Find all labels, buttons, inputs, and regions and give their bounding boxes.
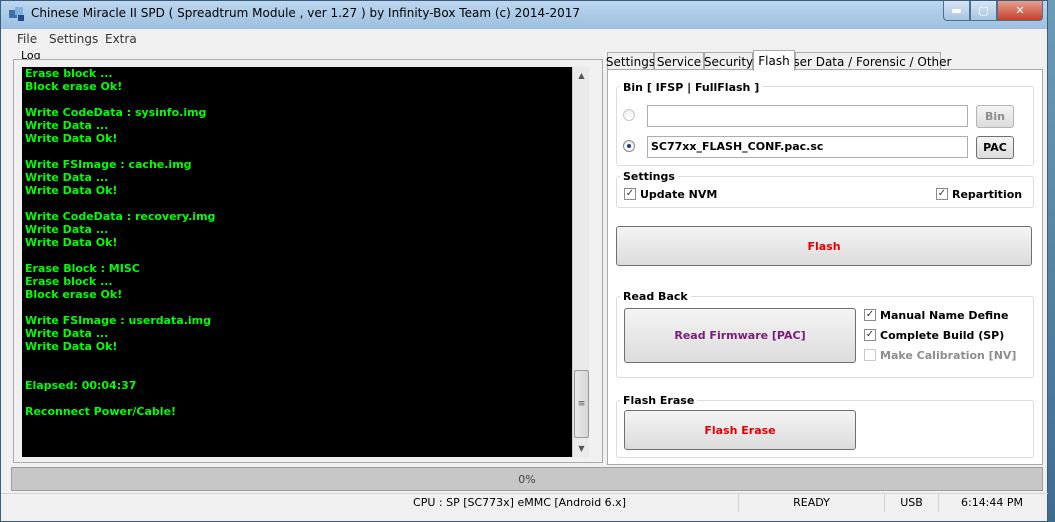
maximize-button[interactable]: ▢ bbox=[970, 1, 997, 21]
scroll-up-icon[interactable]: ▲ bbox=[573, 67, 590, 84]
log-line: Write Data ... bbox=[25, 119, 109, 132]
log-line: Write Data Ok! bbox=[25, 132, 118, 145]
desktop-background bbox=[1048, 0, 1055, 522]
progress-bar: 0% bbox=[11, 467, 1043, 491]
status-time: 6:14:44 PM bbox=[960, 496, 1024, 509]
menu-bar: File Settings Extra bbox=[9, 29, 1039, 49]
pac-button[interactable]: PAC bbox=[976, 136, 1014, 159]
manual-name-checkbox[interactable]: ✓ bbox=[864, 309, 876, 321]
complete-build-label: Complete Build (SP) bbox=[880, 329, 1005, 342]
log-line: Write Data Ok! bbox=[25, 236, 118, 249]
make-calibration-checkbox[interactable] bbox=[864, 349, 876, 361]
app-icon bbox=[9, 7, 24, 21]
log-line: Erase block ... bbox=[25, 275, 113, 288]
log-line: Write Data ... bbox=[25, 171, 109, 184]
tab-settings[interactable]: Settings bbox=[606, 52, 655, 70]
log-line: Elapsed: 00:04:37 bbox=[25, 379, 137, 392]
update-nvm-label: Update NVM bbox=[640, 188, 718, 201]
log-line: Reconnect Power/Cable! bbox=[25, 405, 177, 418]
maximize-icon: ▢ bbox=[978, 4, 989, 17]
scroll-down-icon[interactable]: ▼ bbox=[573, 440, 590, 457]
flash-erase-button[interactable]: Flash Erase bbox=[624, 410, 856, 450]
settings-group-title: Settings bbox=[620, 170, 678, 183]
log-line: Write Data ... bbox=[25, 223, 109, 236]
log-line: Block erase Ok! bbox=[25, 288, 123, 301]
pac-path-field[interactable]: SC77xx_FLASH_CONF.pac.sc bbox=[647, 136, 968, 158]
manual-name-label: Manual Name Define bbox=[880, 309, 1009, 322]
menu-settings[interactable]: Settings bbox=[49, 32, 98, 46]
title-bar: Chinese Miracle II SPD ( Spreadtrum Modu… bbox=[1, 1, 1047, 29]
flash-panel: Bin [ IFSP | FullFlash ] Bin SC77xx_FLAS… bbox=[607, 69, 1043, 465]
log-line: Write CodeData : sysinfo.img bbox=[25, 106, 207, 119]
readback-group-title: Read Back bbox=[620, 290, 691, 303]
tab-flash[interactable]: Flash bbox=[753, 50, 795, 71]
menu-extra[interactable]: Extra bbox=[105, 32, 137, 46]
tab-user-data[interactable]: User Data / Forensic / Other bbox=[785, 52, 951, 70]
read-firmware-button[interactable]: Read Firmware [PAC] bbox=[624, 308, 856, 363]
repartition-checkbox[interactable]: ✓ bbox=[936, 188, 948, 200]
bin-radio[interactable] bbox=[623, 109, 635, 121]
log-line: Write Data Ok! bbox=[25, 184, 118, 197]
status-state: READY bbox=[739, 494, 885, 512]
update-nvm-checkbox[interactable]: ✓ bbox=[624, 188, 636, 200]
app-window: Chinese Miracle II SPD ( Spreadtrum Modu… bbox=[0, 0, 1049, 522]
bin-group-title: Bin [ IFSP | FullFlash ] bbox=[620, 81, 763, 94]
log-scrollbar[interactable]: ▲ ≡ ▼ bbox=[572, 67, 589, 457]
status-cpu: CPU : SP [SC773x] eMMC [Android 6.x] bbox=[301, 494, 739, 512]
log-line: Erase Block : MISC bbox=[25, 262, 140, 275]
repartition-label: Repartition bbox=[952, 188, 1023, 201]
make-calibration-label: Make Calibration [NV] bbox=[880, 349, 1017, 362]
log-line: Write Data Ok! bbox=[25, 340, 118, 353]
log-line: Erase block ... bbox=[25, 67, 113, 80]
close-button[interactable]: ✕ bbox=[997, 1, 1043, 21]
complete-build-checkbox[interactable]: ✓ bbox=[864, 329, 876, 341]
tab-security[interactable]: Security bbox=[704, 52, 753, 70]
log-line: Block erase Ok! bbox=[25, 80, 123, 93]
log-output[interactable]: Erase block ... Block erase Ok! Write Code… bbox=[22, 67, 572, 457]
log-line: Write FSImage : userdata.img bbox=[25, 314, 212, 327]
tab-service[interactable]: Service bbox=[654, 52, 704, 70]
log-line: Write CodeData : recovery.img bbox=[25, 210, 216, 223]
progress-text: 0% bbox=[518, 472, 536, 486]
window-title: Chinese Miracle II SPD ( Spreadtrum Modu… bbox=[31, 6, 581, 20]
minimize-button[interactable]: ▬ bbox=[943, 1, 970, 21]
bin-button[interactable]: Bin bbox=[976, 105, 1014, 128]
menu-file[interactable]: File bbox=[17, 32, 37, 46]
minimize-icon: ▬ bbox=[951, 4, 962, 17]
status-bar: CPU : SP [SC773x] eMMC [Android 6.x] REA… bbox=[1, 493, 1049, 512]
bin-path-field[interactable] bbox=[647, 105, 968, 127]
scroll-thumb[interactable]: ≡ bbox=[574, 370, 589, 438]
flash-button[interactable]: Flash bbox=[616, 226, 1032, 266]
close-icon: ✕ bbox=[1015, 4, 1025, 17]
log-line: Write FSImage : cache.img bbox=[25, 158, 192, 171]
log-line: Write Data ... bbox=[25, 327, 109, 340]
pac-radio[interactable] bbox=[623, 140, 635, 152]
status-connection: USB bbox=[885, 494, 939, 512]
flash-erase-group-title: Flash Erase bbox=[620, 394, 698, 407]
